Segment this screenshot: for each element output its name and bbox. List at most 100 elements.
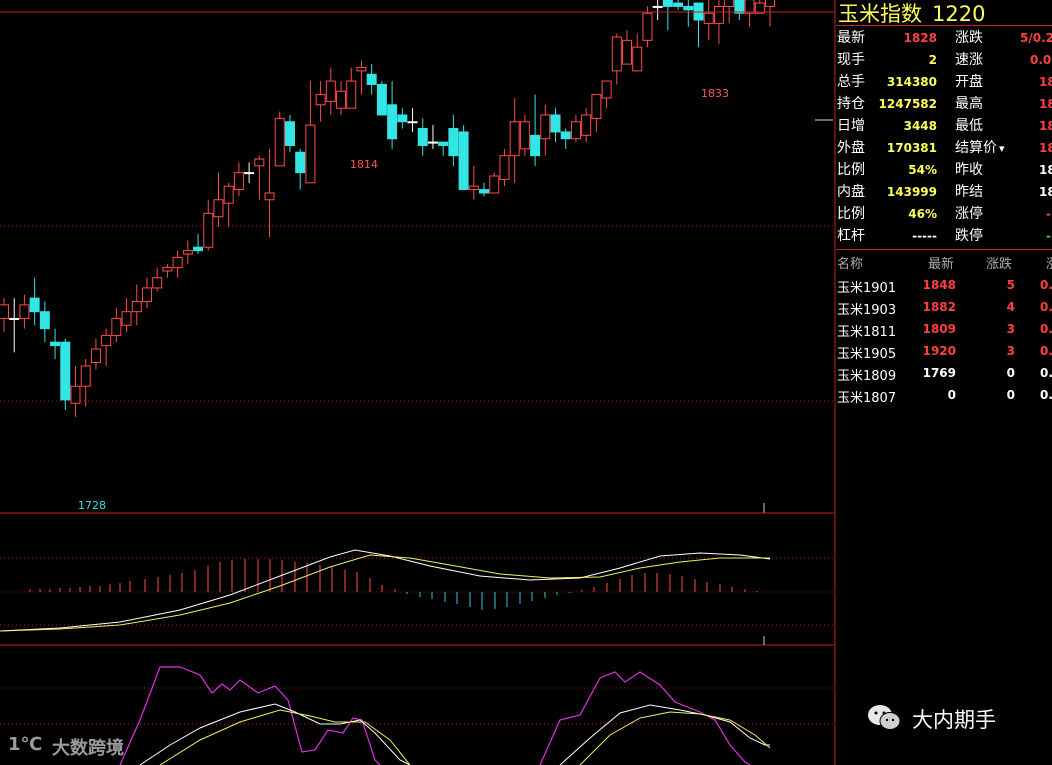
candle-body <box>295 151 306 174</box>
quote-label: 跌停 <box>955 228 983 244</box>
candle-body <box>90 348 101 364</box>
candle-body <box>448 128 459 157</box>
quote-label: 最低 <box>955 118 983 134</box>
contract-pct: 0. <box>1040 278 1052 292</box>
quote-value: 1828 <box>903 31 937 45</box>
candle-body <box>325 80 336 102</box>
quote-value: 5/0.27 <box>1020 31 1052 45</box>
contract-pct: 0. <box>1040 300 1052 314</box>
candle-body <box>284 121 295 146</box>
quote-value: - <box>1046 207 1051 221</box>
corner-watermark: 大数跨境 <box>52 738 124 759</box>
candle-body <box>642 12 653 41</box>
contract-row[interactable]: 玉米1809 1769 0 0. <box>836 365 1052 385</box>
contract-row[interactable]: 玉米1807 0 0 0. <box>836 387 1052 407</box>
candle <box>458 125 469 191</box>
candle-body <box>60 341 71 401</box>
contract-pct: 0. <box>1040 388 1052 402</box>
quote-value: ----- <box>912 229 937 243</box>
contracts-header[interactable]: 名称 <box>837 253 863 272</box>
contract-change: 4 <box>1006 300 1015 314</box>
candle-body <box>765 0 775 7</box>
quote-label: 昨结 <box>955 184 983 200</box>
candle-body <box>305 124 316 184</box>
candle-body <box>479 189 490 194</box>
quote-label: 内盘 <box>837 184 865 200</box>
kdj-j-line <box>119 666 381 765</box>
candle-body <box>101 334 112 347</box>
kdj-k-line <box>559 704 770 765</box>
candle-body <box>622 39 633 65</box>
contract-row[interactable]: 玉米1905 1920 3 0. <box>836 343 1052 363</box>
candle-body <box>346 80 357 109</box>
quote-value: 143999 <box>886 185 937 199</box>
contract-name: 玉米1901 <box>837 281 897 296</box>
candle-body <box>387 104 398 140</box>
quote-divider <box>836 25 1052 26</box>
quote-row: 现手 2 速涨 0.05 <box>836 49 1052 71</box>
quote-value: 18 <box>1039 185 1052 199</box>
contract-last: 1809 <box>922 322 956 336</box>
candle-body <box>581 114 592 136</box>
candle-body <box>499 155 510 180</box>
contract-row[interactable]: 玉米1903 1882 4 0. <box>836 299 1052 319</box>
candle-body <box>29 297 40 313</box>
candle-body <box>744 0 755 14</box>
candle-body <box>233 172 244 191</box>
brand-watermark: 大内期手 <box>912 708 996 732</box>
contract-row[interactable]: 玉米1901 1848 5 0. <box>836 277 1052 297</box>
candle-body <box>152 277 163 289</box>
candle-body <box>121 311 132 326</box>
quote-value: 0.05 <box>1030 53 1052 67</box>
quote-label: 最高 <box>955 96 983 112</box>
candle-body <box>519 121 530 150</box>
quote-value: 1247582 <box>878 97 937 111</box>
quote-label: 持仓 <box>837 96 865 112</box>
candle-body <box>734 0 745 14</box>
instrument-name: 玉米指数 <box>838 2 922 26</box>
candle-body <box>468 185 479 191</box>
contract-last: 1882 <box>922 300 956 314</box>
candle-body <box>560 131 571 140</box>
contracts-header[interactable]: 涨跌 <box>986 253 1012 272</box>
quote-value: 18 <box>1039 163 1052 177</box>
candle-body <box>162 267 173 272</box>
candle-body <box>223 185 234 204</box>
quote-row: 总手 314380 开盘 18 <box>836 71 1052 93</box>
contract-last: 1848 <box>922 278 956 292</box>
contract-row[interactable]: 玉米1811 1809 3 0. <box>836 321 1052 341</box>
candle-body <box>683 5 694 11</box>
kline-chart[interactable]: 1833 1814 1728 <box>0 0 836 765</box>
candle-body <box>530 134 541 157</box>
candle-body <box>264 192 275 201</box>
candle-body <box>458 131 469 191</box>
quote-value: - <box>1046 229 1051 243</box>
triangle-down-icon[interactable]: ▾ <box>999 142 1005 155</box>
quote-row: 持仓 1247582 最高 18 <box>836 93 1052 115</box>
candle-body <box>662 0 673 7</box>
contracts-header[interactable]: 涨 <box>1046 253 1052 272</box>
candle-body <box>397 114 408 123</box>
candle-body <box>591 94 602 119</box>
candle-body <box>713 5 724 24</box>
candle <box>489 172 500 194</box>
contract-change: 3 <box>1006 322 1015 336</box>
quote-label: 速涨 <box>955 52 983 68</box>
contract-change: 0 <box>1006 366 1015 380</box>
contracts-header[interactable]: 最新 <box>928 253 954 272</box>
candle-body <box>131 301 142 313</box>
quote-label: 开盘 <box>955 74 983 90</box>
annotation-high: 1833 <box>701 87 729 100</box>
quote-row: 最新 1828 涨跌 5/0.27 <box>836 27 1052 49</box>
corner-logo: 1℃ <box>8 734 43 755</box>
candle-body <box>673 2 684 7</box>
contract-last: 0 <box>947 388 956 402</box>
candle-body <box>336 90 347 109</box>
contract-name: 玉米1811 <box>837 325 897 340</box>
contract-name: 玉米1809 <box>837 369 897 384</box>
candle-body <box>376 83 387 116</box>
price-panel[interactable]: 1833 1814 1728 <box>0 0 835 513</box>
macd-panel[interactable] <box>0 549 835 645</box>
kdj-panel[interactable] <box>0 666 835 765</box>
kdj-d-line <box>579 711 771 765</box>
